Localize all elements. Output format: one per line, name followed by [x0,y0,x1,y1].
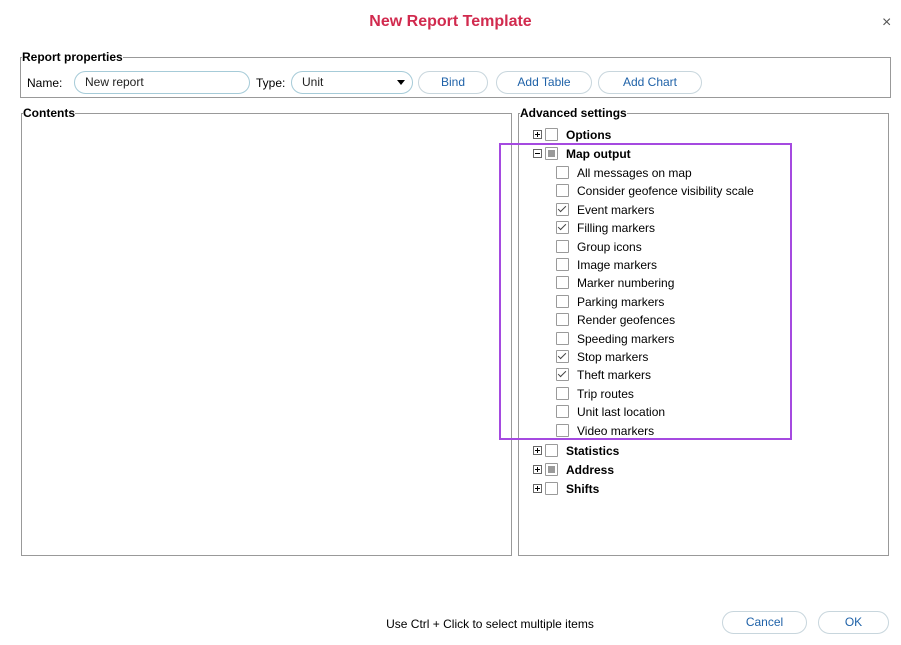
tree-label: Statistics [566,444,620,458]
type-label: Type: [256,76,286,90]
tree-label: Shifts [566,482,600,496]
tree-label: Options [566,128,612,142]
name-input[interactable]: New report [74,71,250,94]
tree-label: Address [566,463,615,477]
type-select-value: Unit [302,75,324,89]
add-chart-button[interactable]: Add Chart [598,71,702,94]
dialog-title: New Report Template [369,13,532,30]
statistics-checkbox[interactable] [545,444,558,457]
tree-node-statistics[interactable]: Statistics [533,442,833,460]
shifts-checkbox[interactable] [545,482,558,495]
tree-node-options[interactable]: Options [533,126,833,144]
tree-node-address[interactable]: Address [533,461,833,479]
ok-button[interactable]: OK [818,611,889,634]
contents-legend: Contents [23,106,75,120]
options-checkbox[interactable] [545,128,558,141]
name-label: Name: [27,76,63,90]
close-icon[interactable]: × [882,15,891,31]
tree-node-shifts[interactable]: Shifts [533,480,833,498]
add-table-button[interactable]: Add Table [496,71,592,94]
expand-icon[interactable] [533,446,542,455]
expand-icon[interactable] [533,484,542,493]
expand-icon[interactable] [533,465,542,474]
contents-panel[interactable]: Contents [21,106,512,556]
type-select[interactable]: Unit [291,71,413,94]
advanced-settings-legend: Advanced settings [520,106,627,120]
bind-button[interactable]: Bind [418,71,488,94]
cancel-button[interactable]: Cancel [722,611,807,634]
address-checkbox[interactable] [545,463,558,476]
chevron-down-icon [397,80,405,85]
expand-icon[interactable] [533,130,542,139]
report-properties-legend: Report properties [22,50,123,64]
highlight-box [499,143,792,440]
